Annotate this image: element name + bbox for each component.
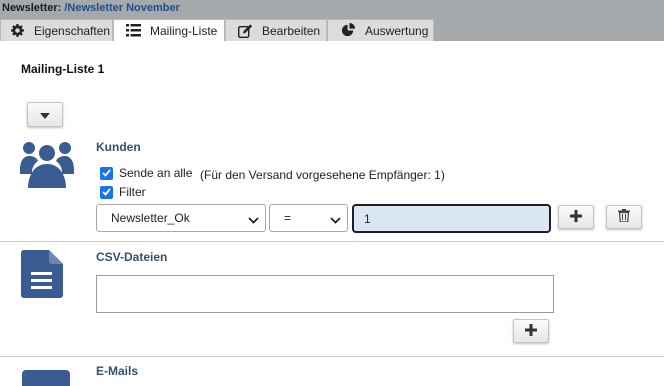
emails-heading: E-Mails (96, 364, 139, 378)
tab-eigenschaften[interactable]: Eigenschaften (0, 19, 113, 41)
csv-files-textarea[interactable] (96, 275, 554, 313)
users-group-icon (20, 140, 74, 191)
tab-auswertung[interactable]: Auswertung (327, 19, 434, 41)
caret-down-icon (40, 108, 50, 122)
recipients-note: (Für den Versand vorgesehene Empfänger: … (200, 168, 445, 182)
plus-icon (525, 323, 537, 339)
filter-operator-select[interactable]: = (269, 204, 348, 232)
title-label: Newsletter: (2, 2, 62, 14)
trash-icon (618, 209, 630, 225)
add-filter-button[interactable] (558, 205, 594, 229)
title-path[interactable]: /Newsletter November (64, 2, 180, 14)
tab-auswertung-label: Auswertung (365, 23, 429, 38)
filter-value-text: 1 (364, 211, 371, 226)
document-icon (21, 250, 63, 301)
kunden-heading: Kunden (96, 140, 141, 154)
edit-icon (237, 23, 253, 39)
chevron-down-icon (248, 214, 259, 228)
filter-checkbox[interactable]: Filter (100, 185, 146, 199)
delete-filter-button[interactable] (606, 205, 642, 229)
checkbox-checked-icon (100, 185, 113, 199)
tab-bar: Eigenschaften Mailing-Liste Bearbeiten A… (0, 19, 664, 41)
filter-field-value: Newsletter_Ok (111, 211, 190, 225)
plus-icon (570, 209, 582, 225)
pie-chart-icon (340, 23, 356, 39)
csv-heading: CSV-Dateien (96, 250, 168, 264)
title-bar: Newsletter: /Newsletter November (0, 0, 664, 19)
tab-bearbeiten[interactable]: Bearbeiten (225, 19, 327, 41)
checkbox-checked-icon (100, 166, 113, 180)
envelope-icon (22, 370, 70, 386)
section-divider (0, 241, 664, 242)
section-divider (0, 356, 664, 357)
list-icon (125, 23, 141, 39)
add-csv-button[interactable] (513, 319, 549, 343)
filter-field-select[interactable]: Newsletter_Ok (96, 204, 266, 232)
filter-label: Filter (119, 185, 146, 199)
filter-value-input[interactable]: 1 (352, 204, 551, 233)
collapse-toggle-button[interactable] (27, 102, 63, 127)
tab-bearbeiten-label: Bearbeiten (262, 23, 321, 38)
chevron-down-icon (330, 214, 341, 228)
tab-mailing-liste[interactable]: Mailing-Liste (113, 19, 225, 41)
tab-mailing-liste-label: Mailing-Liste (150, 23, 218, 38)
tab-eigenschaften-label: Eigenschaften (34, 23, 111, 38)
send-all-checkbox[interactable]: Sende an alle (100, 166, 192, 180)
send-all-label: Sende an alle (119, 166, 193, 180)
gear-icon (9, 23, 25, 39)
page-title: Mailing-Liste 1 (21, 62, 105, 76)
filter-operator-value: = (284, 211, 292, 225)
